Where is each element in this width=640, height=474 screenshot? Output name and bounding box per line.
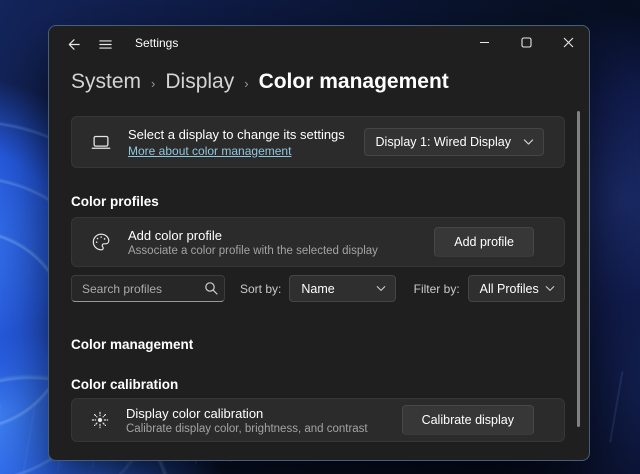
display-select-value: Display 1: Wired Display <box>376 135 511 149</box>
chevron-down-icon <box>545 285 555 292</box>
search-profiles-field <box>71 275 225 302</box>
minimize-icon <box>479 37 490 48</box>
calibration-sun-icon <box>90 410 110 430</box>
titlebar: Settings <box>49 26 589 62</box>
add-color-profile-subtitle: Associate a color profile with the selec… <box>128 245 378 257</box>
breadcrumb-display[interactable]: Display <box>165 70 234 94</box>
filter-by-label: Filter by: <box>414 282 460 296</box>
add-profile-button[interactable]: Add profile <box>434 227 534 257</box>
maximize-button[interactable] <box>505 26 547 59</box>
window-controls <box>463 26 589 59</box>
search-profiles-input[interactable] <box>71 275 225 302</box>
settings-window: Settings <box>48 25 590 461</box>
maximize-icon <box>521 37 532 48</box>
hamburger-menu-button[interactable] <box>89 28 121 60</box>
sort-by-dropdown[interactable]: Name <box>289 275 395 302</box>
display-color-calibration-subtitle: Calibrate display color, brightness, and… <box>126 423 368 435</box>
display-selector-card: Select a display to change its settings … <box>71 116 565 168</box>
sort-by-label: Sort by: <box>240 282 281 296</box>
chevron-down-icon <box>523 138 534 146</box>
add-color-profile-card: Add color profile Associate a color prof… <box>71 217 565 267</box>
palette-icon <box>90 231 112 253</box>
vertical-scrollbar[interactable] <box>577 111 580 427</box>
display-color-calibration-text: Display color calibration Calibrate disp… <box>126 406 368 435</box>
add-color-profile-title: Add color profile <box>128 228 378 243</box>
breadcrumb: System › Display › Color management <box>49 62 589 100</box>
filter-by-value: All Profiles <box>480 282 539 296</box>
display-select-dropdown[interactable]: Display 1: Wired Display <box>364 128 544 156</box>
sort-by-value: Name <box>301 282 334 296</box>
hamburger-icon <box>98 37 113 52</box>
add-color-profile-text: Add color profile Associate a color prof… <box>128 228 378 257</box>
breadcrumb-chevron-icon: › <box>151 74 155 91</box>
more-about-color-management-link[interactable]: More about color management <box>128 144 345 158</box>
screen: Settings <box>0 0 640 474</box>
laptop-display-icon <box>90 131 112 153</box>
calibrate-display-button[interactable]: Calibrate display <box>402 405 534 435</box>
breadcrumb-chevron-icon: › <box>244 74 248 91</box>
color-profiles-heading: Color profiles <box>71 194 589 209</box>
display-selector-title: Select a display to change its settings <box>128 127 345 142</box>
window-title: Settings <box>135 36 178 50</box>
filter-by-dropdown[interactable]: All Profiles <box>468 275 565 302</box>
minimize-button[interactable] <box>463 26 505 59</box>
close-button[interactable] <box>547 26 589 59</box>
display-color-calibration-title: Display color calibration <box>126 406 368 421</box>
breadcrumb-system[interactable]: System <box>71 70 141 94</box>
color-management-heading: Color management <box>71 337 589 352</box>
back-button[interactable] <box>57 28 89 60</box>
close-icon <box>563 37 574 48</box>
back-arrow-icon <box>66 37 81 52</box>
color-calibration-heading: Color calibration <box>71 377 589 392</box>
display-color-calibration-card: Display color calibration Calibrate disp… <box>71 398 565 442</box>
display-selector-text: Select a display to change its settings … <box>128 127 345 158</box>
chevron-down-icon <box>376 285 386 292</box>
page-title: Color management <box>259 70 449 94</box>
profiles-toolbar: Sort by: Name Filter by: All Profiles <box>71 275 565 302</box>
